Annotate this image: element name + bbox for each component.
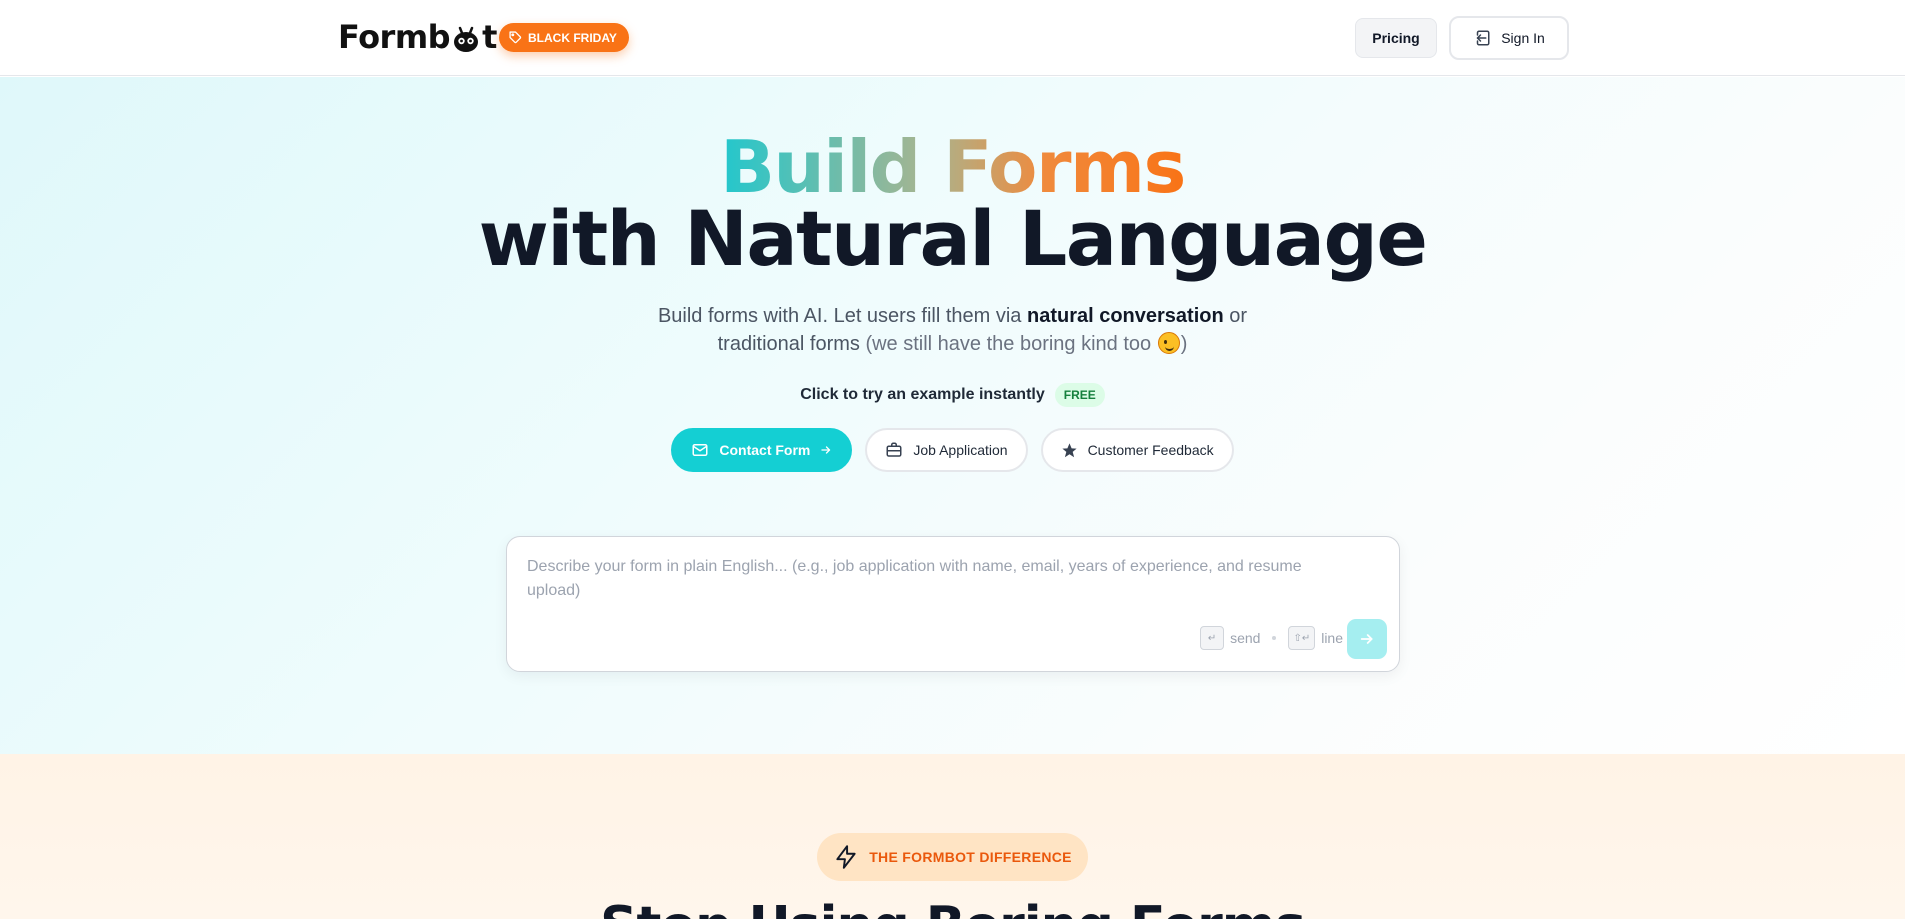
form-description-placeholder: Describe your form in plain English... (… [527, 558, 1302, 599]
hint-send-label: send [1230, 630, 1261, 646]
hero-section: Build Forms with Natural Language Build … [0, 77, 1905, 754]
formbot-difference-badge: THE FORMBOT DIFFERENCE [817, 833, 1088, 881]
form-description-input[interactable]: Describe your form in plain English... (… [506, 536, 1400, 672]
black-friday-badge[interactable]: BLACK FRIDAY [499, 23, 629, 52]
subtitle-text-1: Build forms with AI. Let users fill them… [657, 305, 1027, 327]
free-badge: FREE [1054, 383, 1105, 407]
example-customer-feedback-button[interactable]: Customer Feedback [1040, 428, 1234, 472]
example-customer-feedback-label: Customer Feedback [1087, 442, 1214, 458]
tag-icon [509, 31, 522, 44]
hero-subtitle-line-1: Build forms with AI. Let users fill them… [0, 302, 1905, 330]
sign-in-label: Sign In [1501, 30, 1545, 46]
briefcase-icon [886, 442, 902, 457]
formbot-logo[interactable]: Form b t [338, 18, 497, 56]
hero-title-main: with Natural Language [478, 194, 1428, 283]
example-job-application-label: Job Application [913, 442, 1008, 458]
arrow-right-icon [1360, 634, 1373, 644]
formbot-difference-label: THE FORMBOT DIFFERENCE [869, 849, 1072, 865]
winking-face-icon [1157, 332, 1180, 354]
subtitle-text-3: traditional forms [717, 333, 860, 355]
arrow-right-icon [821, 446, 831, 454]
pricing-button[interactable]: Pricing [1355, 18, 1437, 58]
logo-text-form: Form [338, 18, 428, 56]
example-contact-form-button[interactable]: Contact Form [671, 428, 853, 472]
star-icon [1061, 442, 1077, 457]
formbot-difference-section: THE FORMBOT DIFFERENCE Stop Using Boring… [0, 754, 1905, 919]
sign-in-button[interactable]: Sign In [1449, 16, 1569, 60]
send-button[interactable] [1347, 619, 1387, 659]
black-friday-label: BLACK FRIDAY [528, 30, 617, 45]
mail-icon [692, 444, 708, 456]
try-example-row: Click to try an example instantly FREE [0, 383, 1905, 407]
enter-key-icon: ↵ [1200, 626, 1225, 650]
subtitle-text-5: ) [1180, 333, 1188, 355]
top-navigation-bar: Form b t BLACK FRIDAY Pricing Sign In [0, 0, 1905, 76]
hint-line-label: line [1321, 630, 1343, 646]
subtitle-text-4: (we still have the boring kind too [859, 333, 1157, 355]
pricing-label: Pricing [1372, 30, 1420, 46]
subtitle-bold-text: natural conversation [1026, 305, 1224, 327]
keyboard-hints: ↵ send ⇧↵ line [1200, 626, 1343, 650]
hint-separator [1272, 636, 1277, 640]
logo-text-b: b [427, 18, 451, 56]
logo-text-t: t [482, 18, 497, 56]
section-heading: Stop Using Boring Forms [0, 896, 1905, 919]
example-job-application-button[interactable]: Job Application [865, 428, 1028, 472]
try-example-label: Click to try an example instantly [800, 386, 1045, 403]
robot-face-icon [451, 25, 481, 55]
shift-enter-key-icon: ⇧↵ [1288, 626, 1316, 650]
example-contact-form-label: Contact Form [719, 442, 811, 458]
example-buttons: Contact Form Job Application Customer Fe… [0, 428, 1905, 472]
subtitle-text-2: or [1223, 305, 1248, 327]
hero-subtitle-line-2: traditional forms (we still have the bor… [0, 330, 1905, 358]
lightning-icon [836, 845, 856, 869]
sign-in-icon [1476, 30, 1490, 46]
